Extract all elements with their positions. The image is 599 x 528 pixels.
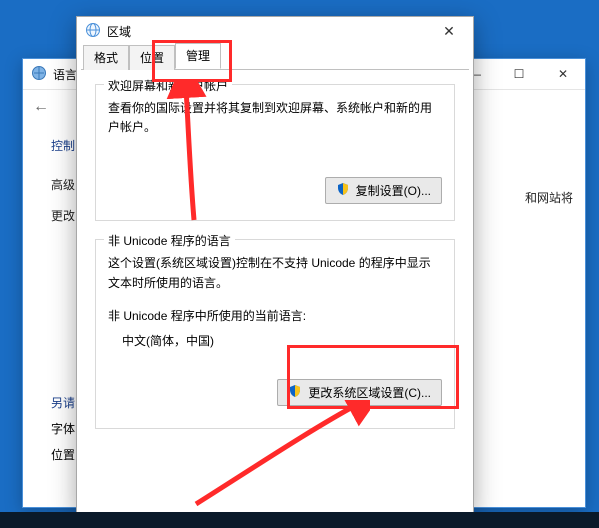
group-welcome-legend: 欢迎屏幕和新用户帐户 [104,77,232,94]
overflow-text: 和网站将 [525,189,573,206]
link-fonts[interactable]: 字体 [51,420,75,437]
dialog-title: 区域 [107,23,131,40]
tab-location[interactable]: 位置 [129,45,175,70]
shield-icon [336,182,350,199]
dialog-close-button[interactable]: ✕ [429,19,469,43]
group-nonunicode-legend: 非 Unicode 程序的语言 [104,232,235,249]
change-system-locale-label: 更改系统区域设置(C)... [308,384,431,401]
back-close-button[interactable]: ✕ [541,60,585,88]
shield-icon [288,384,302,401]
dialog-tabs: 格式 位置 管理 [77,45,473,69]
group-welcome-desc: 查看你的国际设置并将其复制到欢迎屏幕、系统帐户和新的用户帐户。 [108,99,442,137]
group-nonunicode: 非 Unicode 程序的语言 这个设置(系统区域设置)控制在不支持 Unico… [95,239,455,428]
group-welcome-screen: 欢迎屏幕和新用户帐户 查看你的国际设置并将其复制到欢迎屏幕、系统帐户和新的用户帐… [95,84,455,221]
change-system-locale-button[interactable]: 更改系统区域设置(C)... [277,379,442,406]
tab-format[interactable]: 格式 [83,45,129,70]
copy-settings-label: 复制设置(O)... [356,182,431,199]
back-arrow-icon[interactable]: ← [33,98,49,116]
back-window-title: 语言 [53,66,77,83]
language-icon [31,65,47,84]
see-also-label: 另请 [51,394,75,411]
tab-admin[interactable]: 管理 [175,43,221,69]
tab-panel-admin: 欢迎屏幕和新用户帐户 查看你的国际设置并将其复制到欢迎屏幕、系统帐户和新的用户帐… [81,69,469,505]
current-language-label: 非 Unicode 程序中所使用的当前语言: [108,307,442,324]
group-nonunicode-desc: 这个设置(系统区域设置)控制在不支持 Unicode 的程序中显示文本时所使用的… [108,254,442,292]
dialog-titlebar: 区域 ✕ [77,17,473,45]
link-location[interactable]: 位置 [51,446,75,463]
region-dialog: 区域 ✕ 格式 位置 管理 欢迎屏幕和新用户帐户 查看你的国际设置并将其复制到欢… [76,16,474,514]
globe-icon [85,22,101,41]
back-maximize-button[interactable]: ☐ [497,60,541,88]
copy-settings-button[interactable]: 复制设置(O)... [325,177,442,204]
taskbar [0,512,599,528]
current-language-value: 中文(简体，中国) [122,332,442,349]
